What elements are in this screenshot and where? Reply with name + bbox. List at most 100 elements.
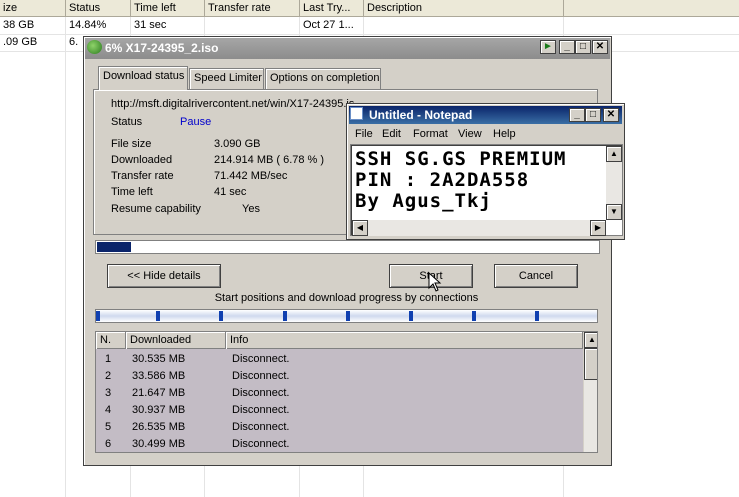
transfer-rate-value: 71.442 MB/sec xyxy=(214,170,288,182)
menu-file[interactable]: File xyxy=(355,128,373,140)
download-dialog: 6% X17-24395_2.iso ► _ □ ✕ Download stat… xyxy=(83,36,612,466)
column-header-info[interactable]: Info xyxy=(226,332,583,349)
connections-table-header: N. Downloaded Info xyxy=(96,332,583,349)
tab-label: Options on completion xyxy=(270,72,380,84)
grid-line xyxy=(0,34,739,35)
tab-options-on-completion[interactable]: Options on completion xyxy=(265,68,381,89)
download-dialog-titlebar[interactable]: 6% X17-24395_2.iso xyxy=(85,38,610,59)
column-header-transfer-rate[interactable]: Transfer rate xyxy=(205,0,300,17)
resume-capability-value: Yes xyxy=(242,203,260,215)
list-cell-status[interactable]: 14.84% xyxy=(66,17,130,34)
minimize-button[interactable]: _ xyxy=(569,108,585,122)
connection-info: Disconnect. xyxy=(232,387,290,399)
notepad-menubar: File Edit Format View Help xyxy=(349,125,622,143)
menu-view[interactable]: View xyxy=(458,128,482,140)
table-row[interactable]: 5 26.535 MB Disconnect. xyxy=(96,419,583,436)
connection-downloaded: 33.586 MB xyxy=(132,370,186,382)
scrollbar-thumb[interactable] xyxy=(584,348,597,380)
connection-marker xyxy=(409,311,413,321)
column-header-downloaded[interactable]: Downloaded xyxy=(126,332,226,349)
text-line: PIN : 2A2DA558 xyxy=(355,169,530,191)
column-header-last-try[interactable]: Last Try... xyxy=(300,0,364,17)
notepad-horizontal-scrollbar[interactable]: ◀ ▶ xyxy=(352,220,606,236)
connection-number: 3 xyxy=(105,387,112,399)
menu-format[interactable]: Format xyxy=(413,128,448,140)
notepad-window: Untitled - Notepad _ □ ✕ File Edit Forma… xyxy=(346,103,625,240)
status-label: Status xyxy=(111,116,143,128)
connection-marker xyxy=(283,311,287,321)
list-cell-size[interactable]: .09 GB xyxy=(0,34,65,51)
time-left-value: 41 sec xyxy=(214,186,247,198)
list-cell-size[interactable]: 38 GB xyxy=(0,17,65,34)
text-line: By Agus_Tkj xyxy=(355,190,492,212)
list-cell-time-left[interactable]: 31 sec xyxy=(131,17,204,34)
connection-downloaded: 30.499 MB xyxy=(132,438,186,450)
table-row[interactable]: 4 30.937 MB Disconnect. xyxy=(96,402,583,419)
menu-help[interactable]: Help xyxy=(493,128,516,140)
connections-scrollbar[interactable]: ▲ xyxy=(583,332,597,452)
maximize-button[interactable]: □ xyxy=(575,40,591,54)
connection-marker xyxy=(346,311,350,321)
column-header-n[interactable]: N. xyxy=(96,332,126,349)
text-line: SSH SG.GS PREMIUM xyxy=(355,148,567,170)
list-cell-last-try[interactable]: Oct 27 1... xyxy=(300,17,363,34)
minimize-button[interactable]: _ xyxy=(559,40,575,54)
connections-progress-bar xyxy=(95,309,598,323)
table-row[interactable]: 2 33.586 MB Disconnect. xyxy=(96,368,583,385)
connection-number: 1 xyxy=(105,353,112,365)
file-size-label: File size xyxy=(111,138,152,150)
list-cell-status[interactable]: 6. xyxy=(66,34,83,51)
connection-marker xyxy=(472,311,476,321)
column-header-time-left[interactable]: Time left xyxy=(131,0,205,17)
column-header-size[interactable]: ize xyxy=(0,0,66,17)
notepad-text-area[interactable]: SSH SG.GS PREMIUM PIN : 2A2DA558 By Agus… xyxy=(350,144,623,236)
cancel-button[interactable]: Cancel xyxy=(494,264,578,288)
tab-speed-limiter[interactable]: Speed Limiter xyxy=(189,68,264,89)
resume-capability-label: Resume capability xyxy=(111,203,201,215)
scroll-left-icon[interactable]: ◀ xyxy=(352,220,368,236)
download-progress-bar xyxy=(95,240,600,254)
connection-downloaded: 30.535 MB xyxy=(132,353,186,365)
mouse-pointer-icon xyxy=(428,272,442,292)
time-left-label: Time left xyxy=(111,186,153,198)
notepad-app-icon xyxy=(350,107,363,120)
connection-number: 5 xyxy=(105,421,112,433)
play-icon[interactable]: ► xyxy=(540,40,556,54)
menu-edit[interactable]: Edit xyxy=(382,128,401,140)
table-row[interactable]: 1 30.535 MB Disconnect. xyxy=(96,351,583,368)
connection-info: Disconnect. xyxy=(232,353,290,365)
window-title: 6% X17-24395_2.iso xyxy=(105,41,219,55)
notepad-vertical-scrollbar[interactable]: ▲ ▼ xyxy=(606,146,622,220)
scroll-up-icon[interactable]: ▲ xyxy=(584,332,597,348)
hide-details-button[interactable]: << Hide details xyxy=(107,264,221,288)
column-header-description[interactable]: Description xyxy=(364,0,564,17)
scroll-up-icon[interactable]: ▲ xyxy=(606,146,622,162)
connection-number: 6 xyxy=(105,438,112,450)
table-row[interactable]: 3 21.647 MB Disconnect. xyxy=(96,385,583,402)
connection-marker xyxy=(156,311,160,321)
close-button[interactable]: ✕ xyxy=(603,108,619,122)
window-title: Untitled - Notepad xyxy=(369,108,473,122)
downloaded-label: Downloaded xyxy=(111,154,173,166)
transfer-rate-label: Transfer rate xyxy=(111,170,174,182)
connection-downloaded: 26.535 MB xyxy=(132,421,186,433)
close-button[interactable]: ✕ xyxy=(592,40,608,54)
connections-table: N. Downloaded Info 1 30.535 MB Disconnec… xyxy=(95,331,598,453)
tab-download-status[interactable]: Download status xyxy=(98,66,188,90)
list-header: ize Status Time left Transfer rate Last … xyxy=(0,0,739,17)
download-url: http://msft.digitalrivercontent.net/win/… xyxy=(111,98,355,110)
file-size-value: 3.090 GB xyxy=(214,138,261,150)
scroll-right-icon[interactable]: ▶ xyxy=(590,220,606,236)
connection-marker xyxy=(219,311,223,321)
column-header-status[interactable]: Status xyxy=(66,0,131,17)
status-value: Pause xyxy=(180,116,212,128)
connection-downloaded: 21.647 MB xyxy=(132,387,186,399)
table-row[interactable]: 6 30.499 MB Disconnect. xyxy=(96,436,583,452)
scroll-down-icon[interactable]: ▼ xyxy=(606,204,622,220)
progress-fill xyxy=(97,242,131,252)
grid-line xyxy=(65,17,66,497)
tab-label: Download status xyxy=(103,70,185,82)
maximize-button[interactable]: □ xyxy=(585,108,601,122)
connection-info: Disconnect. xyxy=(232,370,290,382)
tab-label: Speed Limiter xyxy=(194,72,262,84)
